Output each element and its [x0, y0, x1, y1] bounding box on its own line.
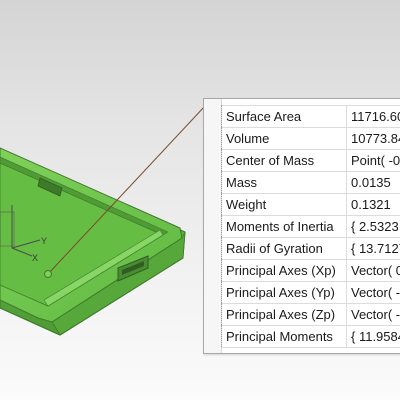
property-value: Vector( - [346, 303, 400, 326]
measure-properties-panel: Surface Area 11716.60 Volume 10773.84 Center… [203, 98, 400, 354]
property-value: { 11.9584 [346, 325, 400, 348]
property-row[interactable]: Mass 0.0135 [222, 171, 400, 194]
property-row[interactable]: Principal Axes (Zp) Vector( - [222, 303, 400, 326]
property-row[interactable]: Principal Axes (Yp) Vector( - [222, 281, 400, 304]
property-name: Center of Mass [222, 149, 347, 172]
property-row[interactable]: Surface Area 11716.60 [222, 105, 400, 128]
property-name: Principal Axes (Zp) [222, 303, 347, 326]
property-value: 10773.84 [346, 127, 400, 150]
properties-table: Surface Area 11716.60 Volume 10773.84 Center… [222, 105, 400, 348]
property-row[interactable]: Moments of Inertia{ 2.5323, [222, 215, 400, 238]
tray-part[interactable] [0, 147, 186, 336]
property-name: Principal Moments [222, 325, 347, 348]
property-value: Vector( - [346, 281, 400, 304]
property-value: { 2.5323, [346, 215, 400, 238]
property-name: Weight [222, 193, 347, 216]
property-value: Point( -0 [346, 149, 400, 172]
property-value: Vector( 0 [346, 259, 400, 282]
property-name: Volume [222, 127, 347, 150]
property-row[interactable]: Radii of Gyration{ 13.7127 [222, 237, 400, 260]
property-name: Mass [222, 171, 347, 194]
property-value: 0.0135 [346, 171, 400, 194]
property-name: Principal Axes (Yp) [222, 281, 347, 304]
property-row[interactable]: Weight 0.1321 [222, 193, 400, 216]
property-row[interactable]: Principal Axes (Xp) Vector( 0 [222, 259, 400, 282]
property-value: { 13.7127 [346, 237, 400, 260]
property-name: Principal Axes (Xp) [222, 259, 347, 282]
property-row[interactable]: Center of Mass Point( -0 [222, 149, 400, 172]
property-name: Moments of Inertia [222, 215, 347, 238]
property-value: 0.1321 [346, 193, 400, 216]
property-name: Surface Area [222, 105, 347, 128]
property-name: Radii of Gyration [222, 237, 347, 260]
property-row[interactable]: Principal Moments{ 11.9584 [222, 325, 400, 348]
triad-x-label: X [32, 253, 38, 263]
property-row[interactable]: Volume 10773.84 [222, 127, 400, 150]
measure-point-marker[interactable] [44, 270, 52, 278]
panel-gutter [204, 99, 222, 353]
triad-y-label: Y [41, 236, 47, 246]
property-value: 11716.60 [346, 105, 400, 128]
